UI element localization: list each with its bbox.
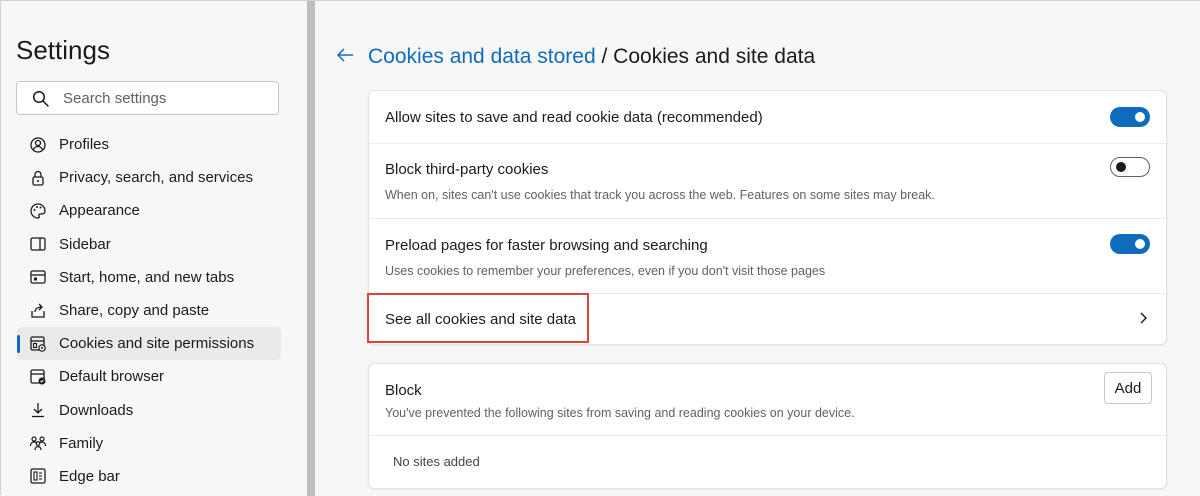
active-indicator	[17, 335, 20, 354]
sidebar-item-downloads[interactable]: Downloads	[1, 394, 307, 427]
see-all-cookies-title[interactable]: See all cookies and site data	[385, 311, 576, 328]
main-content: Cookies and data stored / Cookies and si…	[315, 1, 1200, 496]
share-icon	[29, 302, 47, 320]
preload-row: Preload pages for faster browsing and se…	[369, 218, 1166, 294]
allow-cookies-toggle[interactable]	[1110, 107, 1150, 127]
breadcrumb-link[interactable]: Cookies and data stored	[368, 45, 596, 68]
block-third-party-row: Block third-party cookies When on, sites…	[369, 143, 1166, 219]
sidebar-item-label: Profiles	[59, 136, 110, 154]
sidebar-item-label: Start, home, and new tabs	[59, 268, 235, 286]
sidebar-scrollbar[interactable]	[307, 1, 315, 496]
search-icon	[32, 90, 50, 108]
sidebar-item-edge-bar[interactable]: Edge bar	[1, 460, 307, 493]
breadcrumb: Cookies and data stored / Cookies and si…	[368, 45, 815, 69]
settings-title: Settings	[16, 35, 110, 65]
cookie-settings-card: Allow sites to save and read cookie data…	[367, 90, 1167, 345]
back-arrow-icon[interactable]	[335, 45, 355, 65]
toggle-knob	[1135, 112, 1145, 122]
sidebar-item-label: Cookies and site permissions	[59, 335, 255, 353]
block-third-party-description: When on, sites can't use cookies that tr…	[385, 188, 935, 202]
sidebar-item-label: Share, copy and paste	[59, 302, 210, 320]
edge-bar-icon	[29, 467, 47, 485]
sidebar-item-family[interactable]: Family	[1, 427, 307, 460]
download-icon	[29, 401, 47, 419]
block-title: Block	[385, 382, 422, 399]
search-input[interactable]: Search settings	[16, 81, 279, 115]
toggle-knob	[1135, 239, 1145, 249]
sidebar-item-label: Appearance	[59, 202, 140, 220]
sidebar-item-profiles[interactable]: Profiles	[1, 128, 307, 161]
block-third-party-toggle[interactable]	[1110, 157, 1150, 177]
block-description: You've prevented the following sites fro…	[385, 406, 855, 420]
sidebar-item-label: Edge bar	[59, 467, 120, 485]
sidebar-item-label: Sidebar	[59, 235, 111, 253]
sidebar-item-cookies[interactable]: Cookies and site permissions	[17, 327, 281, 361]
home-tabs-icon	[29, 268, 47, 286]
allow-cookies-title: Allow sites to save and read cookie data…	[385, 109, 763, 126]
preload-description: Uses cookies to remember your preference…	[385, 264, 826, 278]
preload-title: Preload pages for faster browsing and se…	[385, 237, 708, 254]
sidebar-item-sidebar[interactable]: Sidebar	[1, 228, 307, 261]
sidebar-item-start-home[interactable]: Start, home, and new tabs	[1, 261, 307, 294]
allow-cookies-row: Allow sites to save and read cookie data…	[369, 91, 1166, 144]
toggle-knob	[1116, 162, 1126, 172]
block-header-row: Block You've prevented the following sit…	[369, 364, 1166, 436]
sidebar-item-label: Downloads	[59, 401, 134, 419]
family-icon	[29, 434, 47, 452]
add-button[interactable]: Add	[1104, 372, 1152, 404]
search-placeholder: Search settings	[63, 90, 167, 107]
sidebar-item-label: Default browser	[59, 368, 165, 386]
palette-icon	[29, 202, 47, 220]
sidebar-item-appearance[interactable]: Appearance	[1, 194, 307, 227]
sidebar-item-default-browser[interactable]: Default browser	[1, 360, 307, 393]
browser-icon	[29, 368, 47, 386]
sidebar-item-share[interactable]: Share, copy and paste	[1, 294, 307, 327]
preload-toggle[interactable]	[1110, 234, 1150, 254]
chevron-right-icon	[1136, 311, 1150, 325]
settings-sidebar: Settings Search settings Profiles Privac…	[1, 1, 307, 496]
block-card: Block You've prevented the following sit…	[368, 363, 1167, 489]
sidebar-item-label: Family	[59, 434, 104, 452]
empty-state-text: No sites added	[393, 454, 480, 469]
cookie-permissions-icon	[29, 335, 47, 353]
sidebar-item-privacy[interactable]: Privacy, search, and services	[1, 161, 307, 194]
block-third-party-title: Block third-party cookies	[385, 161, 549, 178]
see-all-cookies-row[interactable]: See all cookies and site data	[367, 293, 1166, 344]
block-empty-row: No sites added	[369, 435, 1166, 488]
sidebar-item-label: Privacy, search, and services	[59, 169, 253, 187]
breadcrumb-separator: /	[595, 45, 614, 68]
lock-icon	[29, 169, 47, 187]
page-title: Cookies and site data	[613, 45, 816, 68]
sidebar-icon	[29, 235, 47, 253]
settings-nav: Profiles Privacy, search, and services A…	[1, 128, 307, 493]
profile-icon	[29, 136, 47, 154]
